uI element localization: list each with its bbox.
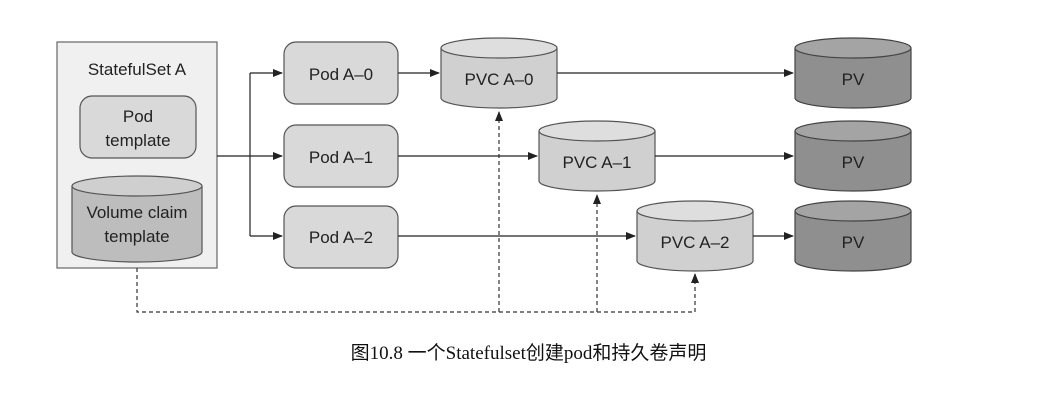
pv-0: PV (794, 37, 912, 109)
pod-a-2: Pod A–2 (283, 205, 399, 269)
pv-1-label: PV (842, 153, 865, 172)
pv-1: PV (794, 120, 912, 192)
figure-caption: 图10.8 一个Statefulset创建pod和持久卷声明 (350, 343, 707, 364)
pod-template: Pod template (79, 95, 197, 159)
pod-template-line2: template (105, 131, 170, 150)
pod-template-line1: Pod (123, 107, 153, 126)
volume-claim-template: Volume claim template (71, 175, 203, 263)
pv-0-label: PV (842, 70, 865, 89)
statefulset-to-pods-connector (217, 69, 283, 240)
pod-a-0-label: Pod A–0 (309, 65, 373, 84)
volume-claim-line2: template (104, 227, 169, 246)
pvc-a-2-label: PVC A–2 (661, 233, 730, 252)
pod-a-1: Pod A–1 (283, 124, 399, 188)
statefulset-title: StatefulSet A (88, 60, 187, 79)
pvc-a-0-label: PVC A–0 (465, 70, 534, 89)
pod-a-0: Pod A–0 (283, 41, 399, 105)
pvc-a-0: PVC A–0 (440, 37, 558, 109)
pod-a-2-label: Pod A–2 (309, 228, 373, 247)
pod-a-1-label: Pod A–1 (309, 148, 373, 167)
pv-2: PV (794, 200, 912, 272)
volume-claim-line1: Volume claim (86, 203, 187, 222)
pv-2-label: PV (842, 233, 865, 252)
pvc-a-2: PVC A–2 (636, 200, 754, 272)
pvc-a-1: PVC A–1 (538, 120, 656, 192)
pvc-a-1-label: PVC A–1 (563, 153, 632, 172)
